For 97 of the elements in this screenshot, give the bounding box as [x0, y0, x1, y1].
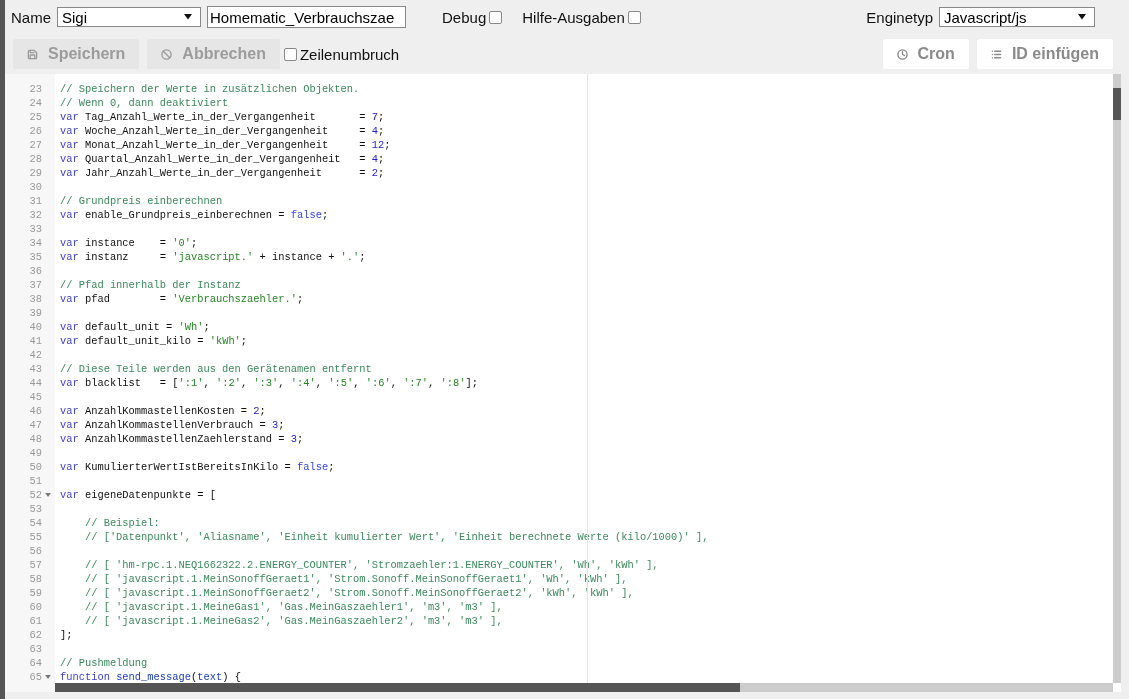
- fold-icon[interactable]: [45, 675, 51, 679]
- line-number: 61: [28, 614, 42, 628]
- code-line: var AnzahlKommastellenVerbrauch = 3;: [60, 418, 285, 432]
- engine-label: Enginetyp: [866, 8, 933, 26]
- line-number: 43: [28, 362, 42, 376]
- checkbox[interactable]: [283, 47, 297, 61]
- line-number: 36: [28, 264, 42, 278]
- code-line: // Speichern der Werte in zusätzlichen Objekten.: [60, 82, 360, 96]
- group-select[interactable]: Sigi: [57, 7, 201, 27]
- line-number: 40: [28, 320, 42, 334]
- line-number: 31: [28, 194, 42, 208]
- name-field[interactable]: Homematic_Verbrauchszae: [207, 6, 406, 28]
- caret-icon: [1078, 14, 1086, 20]
- line-number: 55: [28, 530, 42, 544]
- code-line: // [ 'javascript.1.MeineGas2', 'Gas.MeinGaszaehler2', 'm3', 'm3' ],: [83, 614, 503, 628]
- code-line: // [ 'hm-rpc.1.NEQ1662322.2.ENERGY_COUNTER', 'Stromzaehler:1.ENERGY_COUNTER', 'Wh', 'kWh' ],: [83, 558, 659, 572]
- code-line: var default_unit = 'Wh';: [60, 320, 210, 334]
- line-number: 39: [28, 306, 42, 320]
- line-number: 46: [28, 404, 42, 418]
- line-number: 37: [28, 278, 42, 292]
- code-line: var Woche_Anzahl_Werte_in_der_Vergangenheit = 4;: [60, 124, 385, 138]
- code-line: var blacklist = [':1', ':2', ':3', ':4', ':5', ':6', ':7', ':8'];: [60, 376, 478, 390]
- code-line: var pfad = 'Verbrauchszaehler.';: [60, 292, 304, 306]
- insert-id-button[interactable]: ID einfügen: [976, 39, 1113, 69]
- code-line: var enable_Grundpreis_einberechnen = false;: [60, 208, 329, 222]
- scroll-thumb[interactable]: [55, 683, 740, 692]
- code-line: var Jahr_Anzahl_Werte_in_der_Vergangenheit = 2;: [60, 166, 385, 180]
- checkbox[interactable]: [627, 10, 641, 24]
- line-number: 65: [28, 670, 42, 684]
- code-line: // Beispiel:: [83, 516, 160, 530]
- line-number: 26: [28, 124, 42, 138]
- option-label: Debug: [442, 8, 487, 26]
- code-line: var default_unit_kilo = 'kWh';: [60, 334, 248, 348]
- line-number: 42: [28, 348, 42, 362]
- option-label: Hilfe-Ausgaben: [522, 8, 625, 26]
- code-line: var KumulierterWertIstBereitsInKilo = false;: [60, 460, 335, 474]
- caret-icon: [184, 14, 192, 20]
- list-icon: [990, 48, 1002, 60]
- line-number: 64: [28, 656, 42, 670]
- line-number: 29: [28, 166, 42, 180]
- code-line: // [ 'javascript.1.MeineGas1', 'Gas.MeinGaszaehler1', 'm3', 'm3' ],: [83, 600, 503, 614]
- engine-select[interactable]: Javascript/js: [939, 7, 1095, 27]
- line-number: 59: [28, 586, 42, 600]
- code-line: // ['Datenpunkt', 'Aliasname', 'Einheit kumulierter Wert', 'Einheit berechnete Werte (kilo/1000)' ],: [83, 530, 709, 544]
- line-number: 24: [28, 96, 42, 110]
- line-number: 45: [28, 390, 42, 404]
- line-number: 35: [28, 250, 42, 264]
- cron-button[interactable]: Cron: [882, 39, 969, 69]
- code-line: var instanz = 'javascript.' + instance + '.';: [60, 250, 366, 264]
- code-line: // Diese Teile werden aus den Gerätenamen entfernt: [60, 362, 372, 376]
- line-number: 52: [28, 488, 42, 502]
- code-line: var AnzahlKommastellenKosten = 2;: [60, 404, 266, 418]
- code-line: // Pfad innerhalb der Instanz: [60, 278, 241, 292]
- line-number: 34: [28, 236, 42, 250]
- line-number: 32: [28, 208, 42, 222]
- line-number: 60: [28, 600, 42, 614]
- line-number: 51: [28, 474, 42, 488]
- line-number: 57: [28, 558, 42, 572]
- line-number: 54: [28, 516, 42, 530]
- line-number: 47: [28, 418, 42, 432]
- line-number: 44: [28, 376, 42, 390]
- line-number: 30: [28, 180, 42, 194]
- clock-icon: [896, 48, 908, 60]
- line-number: 33: [28, 222, 42, 236]
- line-number: 41: [28, 334, 42, 348]
- code-line: // Grundpreis einberechnen: [60, 194, 223, 208]
- ban-icon: [161, 48, 173, 60]
- scroll-thumb[interactable]: [1113, 88, 1121, 120]
- line-number: 28: [28, 152, 42, 166]
- line-number: 25: [28, 110, 42, 124]
- line-number: 49: [28, 446, 42, 460]
- code-line: var instance = '0';: [60, 236, 198, 250]
- line-number: 23: [28, 82, 42, 96]
- checkbox[interactable]: [489, 10, 503, 24]
- code-line: // Wenn 0, dann deaktiviert: [60, 96, 229, 110]
- wrap-label: Zeilenumbruch: [299, 45, 400, 63]
- line-number: 62: [28, 628, 42, 642]
- line-number: 27: [28, 138, 42, 152]
- code-line: function send_message(text) {: [60, 670, 241, 684]
- name-label: Name: [11, 8, 51, 26]
- code-line: var Quartal_Anzahl_Werte_in_der_Vergangenheit = 4;: [60, 152, 385, 166]
- code-line: // [ 'javascript.1.MeinSonoffGeraet2', 'Strom.Sonoff.MeinSonoffGeraet2', 'kWh', 'kWh' ],: [83, 586, 634, 600]
- line-number: 56: [28, 544, 42, 558]
- code-line: var AnzahlKommastellenZaehlerstand = 3;: [60, 432, 304, 446]
- code-line: ];: [60, 628, 73, 642]
- line-number: 58: [28, 572, 42, 586]
- code-line: // Pushmeldung: [60, 656, 148, 670]
- line-number: 50: [28, 460, 42, 474]
- floppy-icon: [27, 48, 38, 60]
- line-number: 48: [28, 432, 42, 446]
- code-line: var Tag_Anzahl_Werte_in_der_Vergangenheit = 7;: [60, 110, 385, 124]
- code-line: var Monat_Anzahl_Werte_in_der_Vergangenheit = 12;: [60, 138, 391, 152]
- code-line: var eigeneDatenpunkte = [: [60, 488, 216, 502]
- line-number: 63: [28, 642, 42, 656]
- line-number: 53: [28, 502, 42, 516]
- line-number: 38: [28, 292, 42, 306]
- fold-icon[interactable]: [45, 493, 51, 497]
